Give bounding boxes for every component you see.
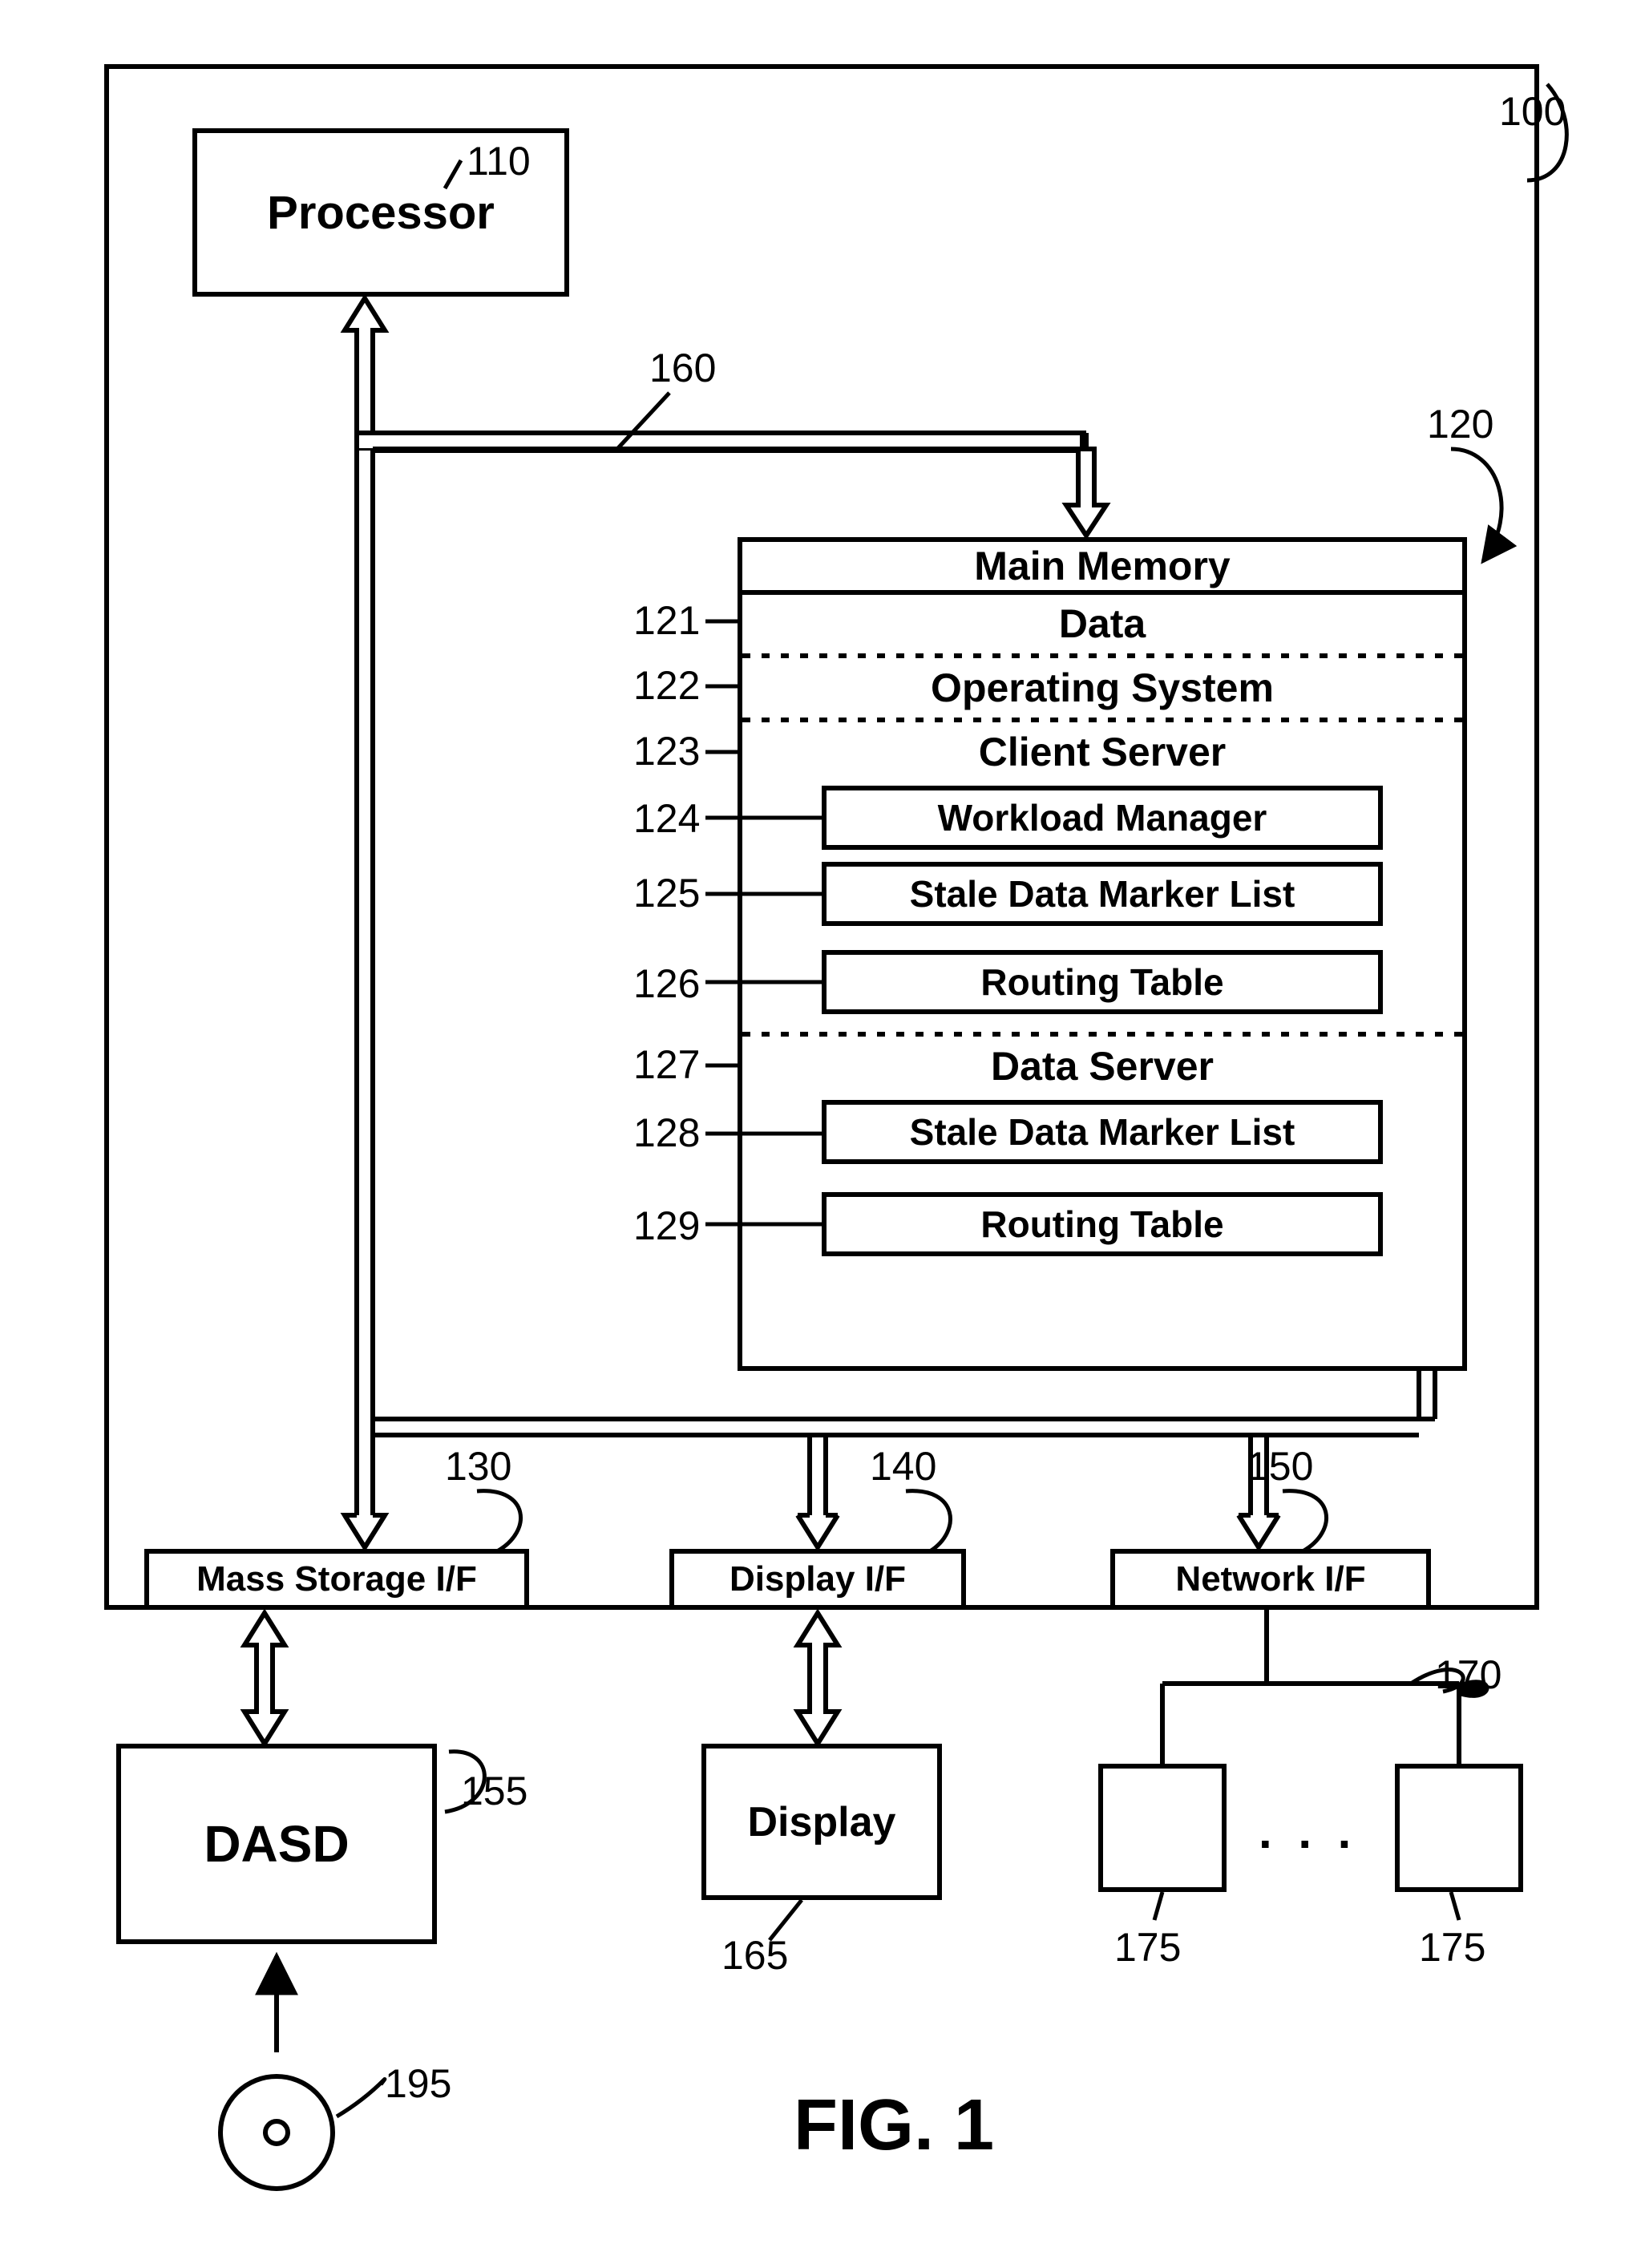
- os-row: Operating System: [742, 659, 1462, 717]
- ref-110: 110: [467, 138, 531, 184]
- ref-170: 170: [1435, 1651, 1501, 1698]
- os-label: Operating System: [931, 665, 1274, 711]
- node-b-block: [1395, 1764, 1523, 1892]
- ref-165: 165: [721, 1932, 788, 1979]
- figure-caption: FIG. 1: [794, 2084, 994, 2167]
- ref-100: 100: [1499, 88, 1566, 135]
- workload-manager-label: Workload Manager: [938, 796, 1267, 839]
- ref-195: 195: [385, 2060, 451, 2107]
- client-server-header: Client Server: [742, 723, 1462, 781]
- client-server-label: Client Server: [979, 729, 1226, 775]
- main-memory-label: Main Memory: [974, 543, 1231, 589]
- processor-label: Processor: [267, 186, 495, 240]
- display-label: Display: [748, 1798, 896, 1846]
- stale-list-1-block: Stale Data Marker List: [822, 862, 1383, 926]
- data-label: Data: [1059, 600, 1146, 647]
- data-server-header: Data Server: [742, 1037, 1462, 1095]
- ref-127: 127: [633, 1041, 700, 1088]
- ref-155: 155: [461, 1768, 527, 1814]
- ref-150: 150: [1247, 1443, 1313, 1490]
- ref-125: 125: [633, 870, 700, 916]
- stale-list-2-label: Stale Data Marker List: [910, 1110, 1295, 1154]
- mass-storage-if-block: Mass Storage I/F: [144, 1549, 529, 1610]
- ref-120: 120: [1427, 401, 1493, 447]
- ref-128: 128: [633, 1110, 700, 1156]
- display-if-block: Display I/F: [669, 1549, 966, 1610]
- ref-175b: 175: [1419, 1924, 1485, 1971]
- stale-list-2-block: Stale Data Marker List: [822, 1100, 1383, 1164]
- mass-storage-if-label: Mass Storage I/F: [196, 1559, 477, 1599]
- routing-table-1-label: Routing Table: [980, 960, 1223, 1004]
- main-memory-title-row: Main Memory: [738, 537, 1467, 595]
- data-server-label: Data Server: [991, 1043, 1214, 1090]
- ref-121: 121: [633, 597, 700, 644]
- dasd-label: DASD: [204, 1814, 349, 1874]
- data-row: Data: [742, 595, 1462, 653]
- ref-129: 129: [633, 1203, 700, 1249]
- display-if-label: Display I/F: [730, 1559, 906, 1599]
- stale-list-1-label: Stale Data Marker List: [910, 872, 1295, 916]
- node-a-block: [1098, 1764, 1227, 1892]
- ellipsis-label: . . .: [1259, 1804, 1357, 1859]
- ref-160: 160: [649, 345, 716, 391]
- network-if-block: Network I/F: [1110, 1549, 1431, 1610]
- ref-124: 124: [633, 795, 700, 842]
- ref-123: 123: [633, 728, 700, 774]
- routing-table-1-block: Routing Table: [822, 950, 1383, 1014]
- display-block: Display: [701, 1744, 942, 1900]
- routing-table-2-block: Routing Table: [822, 1192, 1383, 1256]
- ref-130: 130: [445, 1443, 511, 1490]
- ref-126: 126: [633, 960, 700, 1007]
- routing-table-2-label: Routing Table: [980, 1203, 1223, 1246]
- workload-manager-block: Workload Manager: [822, 786, 1383, 850]
- ref-140: 140: [870, 1443, 936, 1490]
- network-if-label: Network I/F: [1175, 1559, 1365, 1599]
- dasd-block: DASD: [116, 1744, 437, 1944]
- ref-122: 122: [633, 662, 700, 709]
- ref-175a: 175: [1114, 1924, 1181, 1971]
